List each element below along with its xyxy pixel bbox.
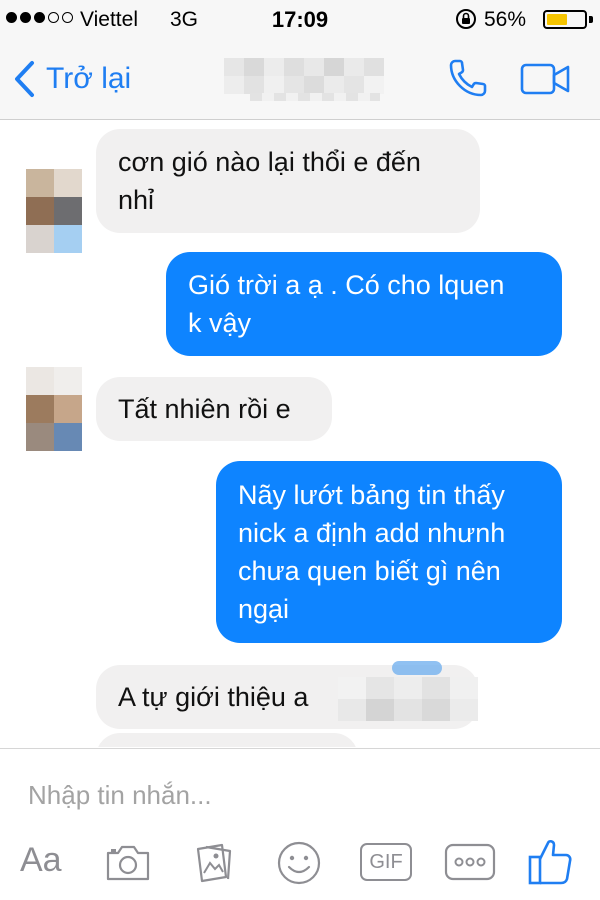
more-icon[interactable] — [444, 843, 496, 881]
camera-icon[interactable] — [104, 839, 152, 887]
battery-level — [547, 14, 567, 25]
message-line: Gió trời a ạ . Có cho lquen — [188, 270, 505, 300]
message-bubble-incoming-partial[interactable] — [96, 733, 358, 747]
avatar[interactable] — [26, 169, 88, 253]
message-line: chưa quen biết gì nên — [238, 556, 501, 586]
composer: Aa GIF — [0, 748, 600, 900]
chevron-left-icon — [15, 61, 34, 97]
conversation-header: Trở lại — [0, 38, 600, 120]
message-line: Tất nhiên rồi e — [118, 394, 291, 424]
message-input[interactable] — [28, 775, 568, 815]
back-button[interactable]: Trở lại — [10, 56, 131, 102]
photo-gallery-icon[interactable] — [192, 839, 238, 887]
blue-blur-fragment — [392, 661, 442, 675]
message-line: Nãy lướt bảng tin thấy — [238, 480, 505, 510]
message-line: k vậy — [188, 308, 252, 338]
back-label: Trở lại — [46, 62, 132, 95]
battery-icon — [543, 10, 587, 29]
message-line: ngại — [238, 594, 290, 624]
battery-nub — [589, 16, 593, 23]
message-bubble-incoming[interactable]: cơn gió nào lại thổi e đến nhỉ — [96, 129, 480, 233]
battery-percent: 56% — [484, 8, 527, 31]
redaction-overlay — [338, 677, 478, 721]
contact-status-redacted — [250, 93, 380, 101]
gif-label: GIF — [369, 850, 403, 873]
gif-icon[interactable]: GIF — [360, 843, 412, 881]
video-camera-icon[interactable] — [520, 62, 572, 96]
message-line: nick a định add nhưnh — [238, 518, 506, 548]
text-format-icon[interactable]: Aa — [20, 841, 62, 880]
message-bubble-outgoing[interactable]: Nãy lướt bảng tin thấy nick a định add n… — [216, 461, 562, 643]
message-list[interactable]: cơn gió nào lại thổi e đến nhỉ Gió trời … — [0, 121, 600, 747]
rotation-lock-icon — [456, 9, 476, 29]
message-bubble-incoming[interactable]: Tất nhiên rồi e — [96, 377, 332, 441]
message-bubble-outgoing[interactable]: Gió trời a ạ . Có cho lquen k vậy — [166, 252, 562, 356]
like-icon[interactable] — [526, 835, 574, 887]
emoji-icon[interactable] — [276, 839, 322, 887]
status-bar: Viettel 3G 17:09 56% — [0, 0, 600, 38]
avatar[interactable] — [26, 367, 88, 451]
contact-name-redacted[interactable] — [224, 58, 384, 94]
phone-icon[interactable] — [446, 56, 490, 100]
message-line: cơn gió nào lại thổi e đến — [118, 147, 421, 177]
message-line: nhỉ — [118, 185, 155, 215]
